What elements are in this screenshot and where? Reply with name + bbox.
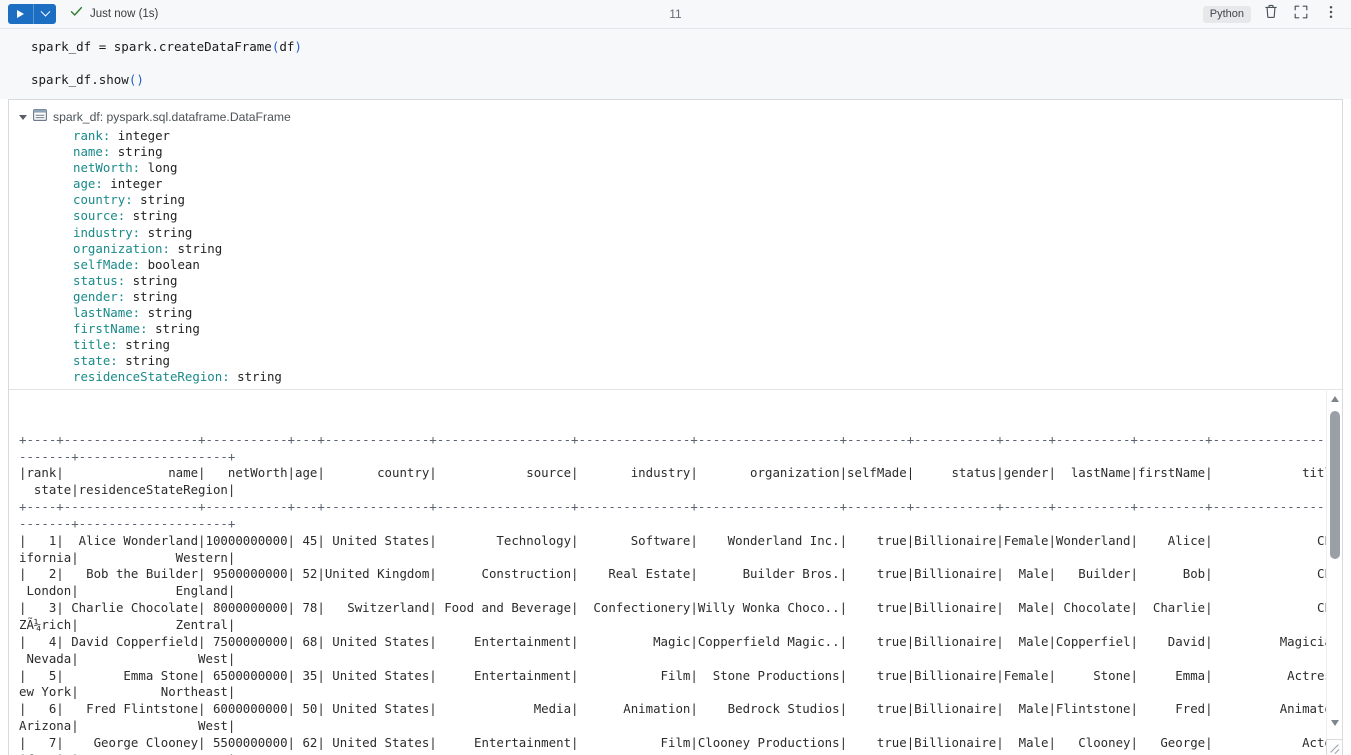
fullscreen-icon xyxy=(1294,5,1308,24)
table-line: ifornia| Western| xyxy=(19,550,1326,567)
table-rule: -------+--------------------+ xyxy=(19,516,1326,533)
dataframe-schema: spark_df: pyspark.sql.dataframe.DataFram… xyxy=(9,100,1342,390)
schema-field: gender: string xyxy=(9,289,1342,305)
delete-cell-button[interactable] xyxy=(1261,4,1281,24)
output-vertical-scrollbar[interactable] xyxy=(1326,391,1342,755)
table-line: | 3| Charlie Chocolate| 8000000000| 78| … xyxy=(19,600,1326,617)
trash-icon xyxy=(1264,4,1278,24)
code-blank-line xyxy=(0,56,1351,71)
run-button-group xyxy=(8,4,56,24)
language-badge[interactable]: Python xyxy=(1203,6,1251,23)
scroll-up-button[interactable] xyxy=(1327,391,1343,407)
more-options-button[interactable] xyxy=(1321,4,1341,24)
kebab-menu-icon xyxy=(1329,5,1333,24)
table-line: | 5| Emma Stone| 6500000000| 35| United … xyxy=(19,668,1326,685)
table-text: +----+------------------+-----------+---… xyxy=(19,432,1326,755)
spark-show-output: +----+------------------+-----------+---… xyxy=(9,391,1326,755)
table-line: | 2| Bob the Builder| 9500000000| 52|Uni… xyxy=(19,566,1326,583)
schema-field-list: rank: integername: stringnetWorth: longa… xyxy=(9,128,1342,386)
schema-field: state: string xyxy=(9,353,1342,369)
run-options-button[interactable] xyxy=(34,4,56,24)
schema-variable-name: spark_df: pyspark.sql.dataframe.DataFram… xyxy=(53,109,291,125)
check-icon xyxy=(70,5,83,23)
scroll-down-button[interactable] xyxy=(1327,715,1343,731)
schema-field: status: string xyxy=(9,273,1342,289)
table-rule: +----+------------------+-----------+---… xyxy=(19,432,1326,449)
table-line: | 7| George Clooney| 5500000000| 62| Uni… xyxy=(19,735,1326,752)
cell-number: 11 xyxy=(0,7,1351,21)
code-editor[interactable]: spark_df = spark.createDataFrame(df) spa… xyxy=(0,29,1351,99)
triangle-up-icon xyxy=(1331,396,1339,402)
schema-field: age: integer xyxy=(9,176,1342,192)
disclosure-triangle-icon[interactable] xyxy=(19,115,27,120)
table-line: Arizona| West| xyxy=(19,718,1326,735)
table-line: state|residenceStateRegion| xyxy=(19,482,1326,499)
table-rule: +----+------------------+-----------+---… xyxy=(19,499,1326,516)
chevron-down-icon xyxy=(40,6,50,16)
table-line: ew York| Northeast| xyxy=(19,684,1326,701)
table-line: | 1| Alice Wonderland|10000000000| 45| U… xyxy=(19,533,1326,550)
schema-header[interactable]: spark_df: pyspark.sql.dataframe.DataFram… xyxy=(9,108,1342,127)
table-line: | 4| David Copperfield| 7500000000| 68| … xyxy=(19,634,1326,651)
schema-field: industry: string xyxy=(9,225,1342,241)
cell-toolbar: Just now (1s) 11 Python xyxy=(0,0,1351,29)
schema-field: lastName: string xyxy=(9,305,1342,321)
schema-field: country: string xyxy=(9,192,1342,208)
table-line: |rank| name| netWorth|age| country| sour… xyxy=(19,465,1326,482)
scrollbar-track[interactable] xyxy=(1327,407,1342,715)
schema-field: selfMade: boolean xyxy=(9,257,1342,273)
schema-field: name: string xyxy=(9,144,1342,160)
schema-field: rank: integer xyxy=(9,128,1342,144)
table-line: | 6| Fred Flintstone| 6000000000| 50| Un… xyxy=(19,701,1326,718)
schema-field: organization: string xyxy=(9,241,1342,257)
code-line: spark_df.show() xyxy=(0,71,1351,89)
scrollbar-thumb[interactable] xyxy=(1330,411,1340,559)
table-rule: -------+--------------------+ xyxy=(19,449,1326,466)
schema-field: residenceStateRegion: string xyxy=(9,369,1342,385)
cell-output-panel: spark_df: pyspark.sql.dataframe.DataFram… xyxy=(8,99,1343,755)
schema-field: netWorth: long xyxy=(9,160,1342,176)
play-icon xyxy=(17,10,24,18)
status-text: Just now (1s) xyxy=(90,8,158,20)
table-line: ZÃ¼rich| Zentral| xyxy=(19,617,1326,634)
schema-field: firstName: string xyxy=(9,321,1342,337)
toolbar-actions: Python xyxy=(1203,4,1341,24)
schema-field: title: string xyxy=(9,337,1342,353)
schema-field: source: string xyxy=(9,208,1342,224)
resize-handle[interactable] xyxy=(1326,739,1342,755)
table-line: Nevada| West| xyxy=(19,651,1326,668)
cell-status: Just now (1s) xyxy=(70,5,158,23)
run-button[interactable] xyxy=(8,4,33,24)
code-line: spark_df = spark.createDataFrame(df) xyxy=(0,38,1351,56)
dataframe-icon xyxy=(33,109,47,125)
triangle-down-icon xyxy=(1331,720,1339,726)
expand-cell-button[interactable] xyxy=(1291,4,1311,24)
table-line: London| England| xyxy=(19,583,1326,600)
